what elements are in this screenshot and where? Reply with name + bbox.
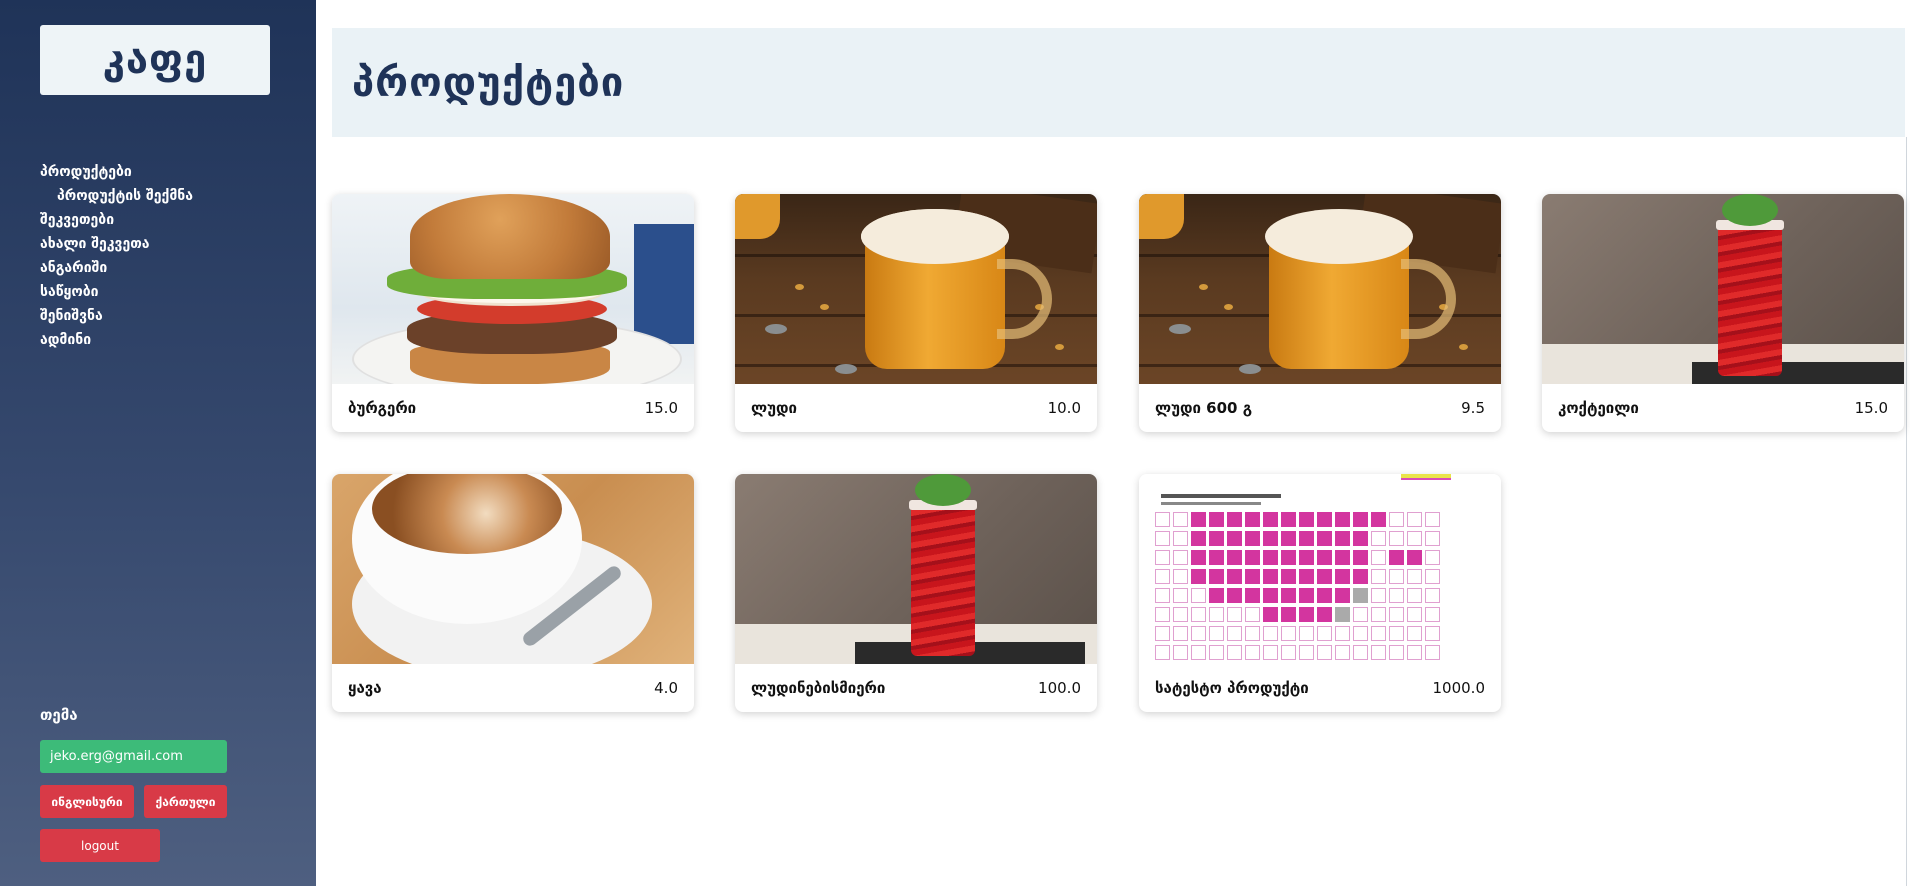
- logo[interactable]: კაფე: [40, 25, 270, 95]
- product-name: ბურგერი: [348, 399, 417, 417]
- nav-item-create-product[interactable]: პროდუქტის შექმნა: [40, 184, 193, 208]
- beer-image: [1139, 194, 1501, 384]
- product-info: ლუდი 10.0: [735, 384, 1097, 432]
- nav-item-report[interactable]: ანგარიში: [40, 256, 193, 280]
- product-info: სატესტო პროდუქტი 1000.0: [1139, 664, 1501, 712]
- nav-item-new-order[interactable]: ახალი შეკვეთა: [40, 232, 193, 256]
- language-georgian-button[interactable]: ქართული: [144, 785, 227, 818]
- nav-item-admin[interactable]: ადმინი: [40, 328, 193, 352]
- product-name: ლუდინებისმიერი: [751, 679, 886, 697]
- sidebar: კაფე პროდუქტები პროდუქტის შექმნა შეკვეთე…: [0, 0, 316, 886]
- product-info: ლუდი 600 გ 9.5: [1139, 384, 1501, 432]
- page-title: პროდუქტები: [352, 59, 625, 106]
- product-card[interactable]: ლუდი 600 გ 9.5: [1139, 194, 1501, 432]
- product-card[interactable]: ლუდი 10.0: [735, 194, 1097, 432]
- user-email-button[interactable]: jeko.erg@gmail.com: [40, 740, 227, 773]
- logo-text: კაფე: [102, 37, 208, 83]
- product-name: ლუდი 600 გ: [1155, 399, 1253, 417]
- cocktail-image: [1542, 194, 1904, 384]
- nav-item-products[interactable]: პროდუქტები: [40, 160, 193, 184]
- product-info: ყავა 4.0: [332, 664, 694, 712]
- product-info: კოქტეილი 15.0: [1542, 384, 1904, 432]
- product-price: 100.0: [1038, 679, 1081, 697]
- calendar-screenshot-image: [1139, 474, 1501, 664]
- scroll-divider: [1906, 137, 1910, 886]
- burger-image: [332, 194, 694, 384]
- product-name: ყავა: [348, 679, 382, 697]
- product-card[interactable]: ბურგერი 15.0: [332, 194, 694, 432]
- product-info: ბურგერი 15.0: [332, 384, 694, 432]
- product-price: 15.0: [644, 399, 678, 417]
- product-card[interactable]: ლუდინებისმიერი 100.0: [735, 474, 1097, 712]
- nav-item-orders[interactable]: შეკვეთები: [40, 208, 193, 232]
- product-price: 1000.0: [1432, 679, 1486, 697]
- product-info: ლუდინებისმიერი 100.0: [735, 664, 1097, 712]
- nav-item-note[interactable]: შენიშვნა: [40, 304, 193, 328]
- product-name: სატესტო პროდუქტი: [1155, 679, 1309, 697]
- product-price: 10.0: [1047, 399, 1081, 417]
- app: კაფე პროდუქტები პროდუქტის შექმნა შეკვეთე…: [0, 0, 1910, 886]
- cocktail-image: [735, 474, 1097, 664]
- sidebar-nav: პროდუქტები პროდუქტის შექმნა შეკვეთები ახ…: [40, 160, 193, 352]
- product-price: 15.0: [1854, 399, 1888, 417]
- product-card[interactable]: ყავა 4.0: [332, 474, 694, 712]
- product-name: ლუდი: [751, 399, 797, 417]
- main-content: პროდუქტები ბურგერი 15.0 ლუდი 10.0 ლუდი 6…: [316, 0, 1910, 886]
- product-card[interactable]: კოქტეილი 15.0: [1542, 194, 1904, 432]
- logout-button[interactable]: logout: [40, 829, 160, 862]
- product-price: 4.0: [654, 679, 678, 697]
- coffee-image: [332, 474, 694, 664]
- product-price: 9.5: [1461, 399, 1485, 417]
- nav-item-warehouse[interactable]: საწყობი: [40, 280, 193, 304]
- language-english-button[interactable]: ინგლისური: [40, 785, 134, 818]
- product-name: კოქტეილი: [1558, 399, 1639, 417]
- page-header: პროდუქტები: [332, 28, 1905, 137]
- product-card[interactable]: სატესტო პროდუქტი 1000.0: [1139, 474, 1501, 712]
- beer-image: [735, 194, 1097, 384]
- theme-label: თემა: [40, 706, 78, 724]
